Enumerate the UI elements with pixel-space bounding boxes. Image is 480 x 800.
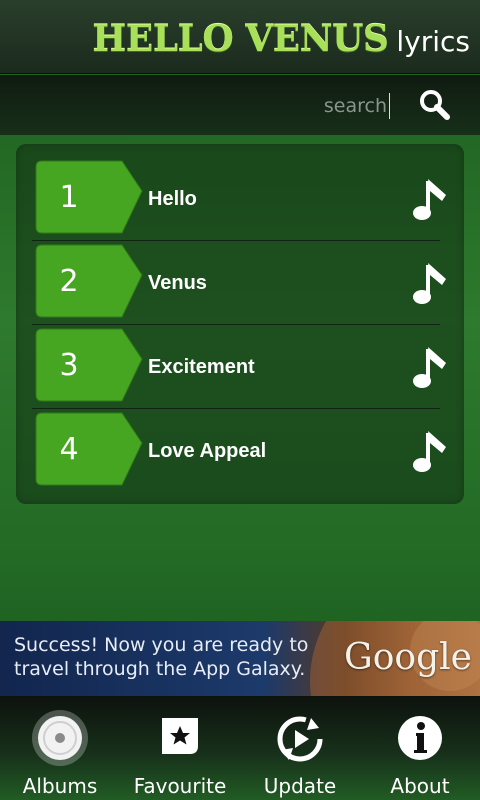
ad-brand-logo: Google xyxy=(344,637,472,678)
search-bar xyxy=(0,75,480,135)
track-number-badge: 4 xyxy=(34,411,144,487)
song-title: Venus xyxy=(148,271,207,294)
app-title-main: HELLO VENUS xyxy=(92,18,389,60)
star-icon xyxy=(120,714,240,764)
nav-update[interactable]: Update xyxy=(240,696,360,800)
search-input[interactable] xyxy=(300,93,390,119)
bottom-nav: Albums Favourite Update About xyxy=(0,696,480,800)
song-title: Hello xyxy=(148,187,197,210)
info-icon xyxy=(360,714,480,764)
app-title: HELLO VENUS lyrics xyxy=(92,18,470,60)
track-number-badge: 3 xyxy=(34,327,144,403)
nav-albums[interactable]: Albums xyxy=(0,696,120,800)
track-number-badge: 1 xyxy=(34,159,144,235)
update-icon xyxy=(240,714,360,764)
music-note-icon xyxy=(412,259,454,307)
nav-label: Albums xyxy=(22,774,98,798)
nav-label: Update xyxy=(263,774,337,798)
search-icon[interactable] xyxy=(418,88,452,122)
track-number: 2 xyxy=(59,263,79,299)
track-number: 4 xyxy=(59,431,79,467)
song-row-3[interactable]: 3 Excitement xyxy=(16,325,452,409)
song-row-1[interactable]: 1 Hello xyxy=(16,157,452,241)
music-note-icon xyxy=(412,175,454,223)
song-row-2[interactable]: 2 Venus xyxy=(16,241,452,325)
music-note-icon xyxy=(412,343,454,391)
track-number-badge: 2 xyxy=(34,243,144,319)
track-number: 3 xyxy=(59,347,79,383)
app-header: HELLO VENUS lyrics xyxy=(0,0,480,74)
nav-about[interactable]: About xyxy=(360,696,480,800)
app-title-sub: lyrics xyxy=(396,25,470,58)
song-row-4[interactable]: 4 Love Appeal xyxy=(16,409,452,493)
nav-favourite[interactable]: Favourite xyxy=(120,696,240,800)
ad-banner[interactable]: Success! Now you are ready to travel thr… xyxy=(0,621,480,696)
song-title: Love Appeal xyxy=(148,439,267,462)
music-note-icon xyxy=(412,427,454,475)
album-disc-icon xyxy=(0,710,120,766)
song-title: Excitement xyxy=(148,355,255,378)
ad-text: Success! Now you are ready to travel thr… xyxy=(14,634,309,680)
nav-label: About xyxy=(390,774,450,798)
nav-label: Favourite xyxy=(133,774,227,798)
track-number: 1 xyxy=(59,179,79,215)
